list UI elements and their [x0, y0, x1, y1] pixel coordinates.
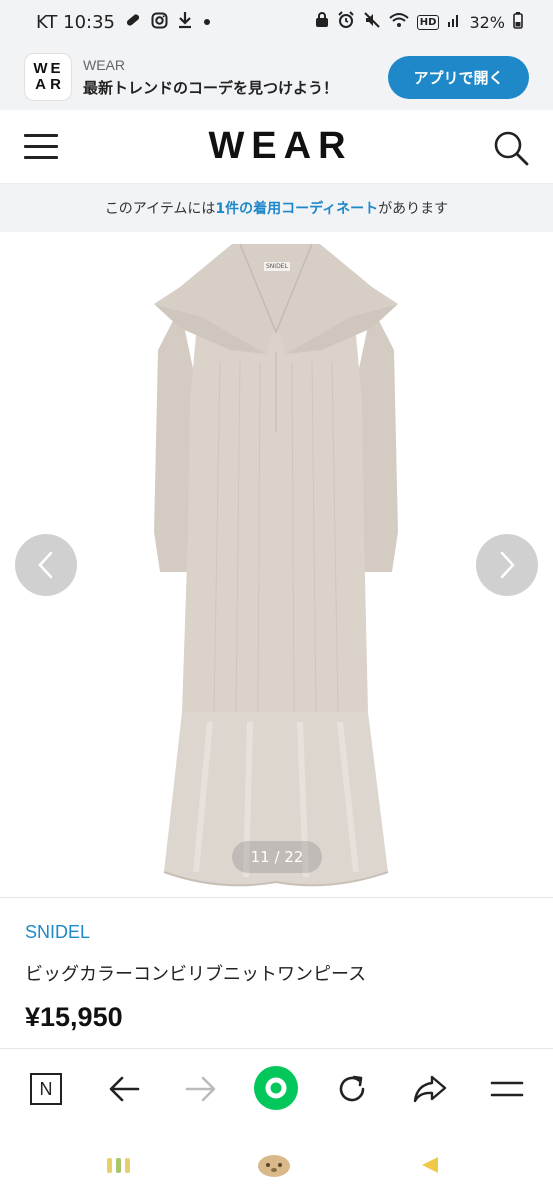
- forward-button[interactable]: [181, 1069, 221, 1109]
- coordinate-notice[interactable]: このアイテムには 1件の着用コーディネート があります: [0, 184, 553, 232]
- open-app-button[interactable]: アプリで開く: [388, 55, 529, 99]
- lock-icon: [315, 12, 329, 32]
- arrow-left-icon: [109, 1076, 140, 1102]
- divider: [0, 897, 553, 898]
- signal-icon: [447, 12, 461, 32]
- coordinate-notice-suffix: があります: [378, 201, 449, 217]
- product-dress-image: [154, 243, 398, 887]
- n-icon: N: [30, 1073, 62, 1105]
- gallery-next-button[interactable]: [476, 534, 538, 596]
- battery-percent: 32%: [469, 12, 505, 32]
- battery-icon: [513, 11, 523, 33]
- banner-app-name: WEAR: [83, 56, 125, 73]
- recent-apps-button[interactable]: [104, 1152, 134, 1178]
- gallery-prev-button[interactable]: [15, 534, 77, 596]
- back-nav-icon: [422, 1157, 438, 1173]
- product-name: ビッグカラーコンビリブニットワンピース: [25, 964, 367, 985]
- gallery-counter: 11 / 22: [232, 841, 322, 873]
- share-button[interactable]: [410, 1069, 450, 1109]
- home-character-icon: [258, 1155, 290, 1177]
- product-brand-link[interactable]: SNIDEL: [25, 922, 90, 943]
- logo-letter: W: [33, 60, 48, 77]
- system-navigation-dock: [0, 1130, 553, 1200]
- mute-icon: [363, 11, 381, 33]
- reload-icon: [339, 1075, 365, 1102]
- site-header: WEAR: [0, 110, 553, 184]
- reload-button[interactable]: [332, 1069, 372, 1109]
- banner-text: WEAR 最新トレンドのコーデを見つけよう！: [83, 57, 388, 98]
- status-bar-right: HD 32%: [315, 11, 523, 33]
- site-logo[interactable]: WEAR: [200, 125, 352, 168]
- arrow-right-icon: [185, 1076, 216, 1102]
- n-icon-label: N: [39, 1078, 53, 1099]
- banner-tagline: 最新トレンドのコーデを見つけよう！: [83, 78, 339, 97]
- logo-letter: R: [50, 76, 61, 93]
- wifi-icon: [389, 12, 409, 32]
- dress-tag-label: SNIDEL: [266, 263, 288, 270]
- instagram-icon: [151, 12, 168, 33]
- product-price: ¥15,950: [25, 1002, 123, 1032]
- coordinate-notice-link[interactable]: 1件の着用コーディネート: [215, 198, 378, 218]
- share-icon: [413, 1075, 447, 1103]
- logo-letter: A: [35, 76, 46, 93]
- pill-icon: [124, 11, 142, 33]
- chevron-right-icon: [500, 551, 515, 579]
- wear-app-logo: W E A R: [24, 53, 72, 101]
- naver-home-button[interactable]: N: [26, 1069, 66, 1109]
- green-dot-button[interactable]: [253, 1065, 299, 1111]
- search-icon[interactable]: [493, 130, 529, 166]
- menu-button[interactable]: [487, 1069, 527, 1109]
- recent-apps-icon: [107, 1158, 130, 1173]
- status-time: KT 10:35: [36, 11, 115, 33]
- app-install-banner: W E A R WEAR 最新トレンドのコーデを見つけよう！ アプリで開く: [0, 44, 553, 110]
- home-button[interactable]: [256, 1152, 292, 1178]
- menu-lines-icon: [490, 1081, 524, 1097]
- chevron-left-icon: [38, 551, 53, 579]
- browser-toolbar: N: [0, 1048, 553, 1130]
- coordinate-notice-prefix: このアイテムには: [104, 201, 216, 217]
- hd-icon: HD: [416, 14, 440, 30]
- hamburger-menu-icon[interactable]: [24, 132, 60, 160]
- status-bar: KT 10:35 HD 32%: [0, 0, 553, 44]
- logo-letter: E: [50, 60, 61, 77]
- status-bar-left: KT 10:35: [36, 11, 212, 33]
- back-nav-button[interactable]: [416, 1152, 442, 1178]
- product-image-gallery[interactable]: SNIDEL 11 / 22: [0, 232, 553, 897]
- green-dot-icon: [254, 1066, 298, 1110]
- download-icon: [177, 11, 193, 33]
- alarm-icon: [337, 11, 355, 33]
- notification-dot-icon: [202, 13, 212, 31]
- back-button[interactable]: [104, 1069, 144, 1109]
